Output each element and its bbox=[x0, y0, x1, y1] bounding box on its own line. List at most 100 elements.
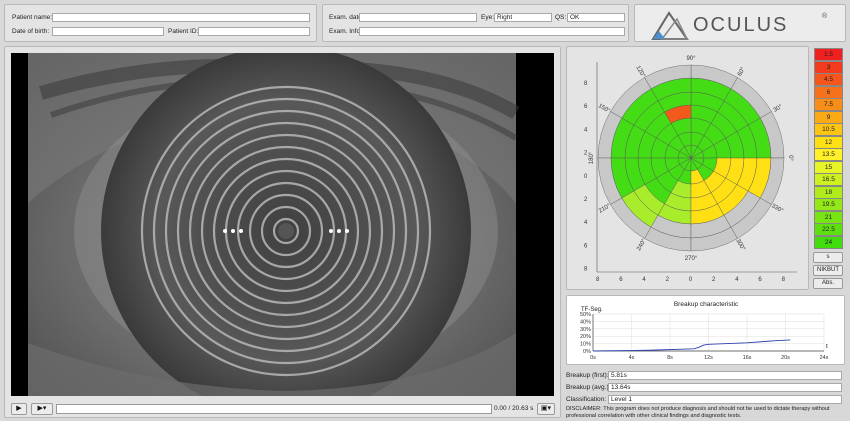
nikbut-button[interactable]: NIKBUT bbox=[813, 265, 843, 276]
breakup-chart-panel: Breakup characteristic TF-Seg. t 0% 10% 20% 30… bbox=[566, 295, 845, 365]
exam-date-field[interactable] bbox=[359, 13, 477, 22]
y-tick-label: 2 bbox=[584, 151, 588, 157]
color-scale: 1.5 3 4.5 6 7.5 9 10.5 12 13.5 15 16.5 18 19.5 21 22.5… bbox=[814, 48, 843, 249]
patient-info-panel: Patient name: Date of birth: Patient ID: bbox=[4, 4, 317, 42]
abs-button[interactable]: Abs. bbox=[813, 278, 843, 289]
oculus-logo-text: OCULUS bbox=[693, 14, 789, 36]
scale-cell: 22.5 bbox=[814, 223, 843, 236]
x-tick-label: 8 bbox=[782, 277, 786, 283]
angle-label: 300° bbox=[734, 238, 746, 252]
angle-label: 120° bbox=[634, 65, 646, 79]
unit-button[interactable]: s bbox=[813, 252, 843, 263]
breakup-first-label: Breakup (first): bbox=[566, 372, 609, 379]
dob-label: Date of birth: bbox=[12, 28, 50, 35]
y-tick-label: 50% bbox=[580, 312, 591, 318]
breakup-avg-field: 13.64s bbox=[608, 383, 842, 392]
breakup-first-field: 5.81s bbox=[608, 371, 842, 380]
angle-label: 240° bbox=[636, 238, 648, 252]
scale-cell: 21 bbox=[814, 210, 843, 224]
y-tick-label: 4 bbox=[584, 220, 588, 226]
scale-cell: 16.5 bbox=[814, 173, 843, 186]
speed-dropdown[interactable]: ▶▾ bbox=[31, 403, 53, 415]
oculus-logo-mark bbox=[651, 11, 689, 40]
scale-cell: 24 bbox=[814, 235, 843, 249]
oculus-logo: OCULUS ® bbox=[634, 4, 846, 42]
scale-cell: 18 bbox=[814, 185, 843, 199]
chart-xlabel: t bbox=[826, 343, 828, 350]
polar-map-panel: 8 6 4 2 0 2 4 6 8 8 6 4 2 0 2 4 6 8 90° 60° 30° 0° 330° 300° 270… bbox=[566, 46, 809, 290]
scale-cell: 13.5 bbox=[814, 148, 843, 161]
y-tick-label: 40% bbox=[580, 319, 591, 325]
registered-mark: ® bbox=[822, 13, 828, 20]
scale-cell: 7.5 bbox=[814, 98, 843, 111]
breakup-avg-label: Breakup (avg.): bbox=[566, 384, 611, 391]
scale-cell: 1.5 bbox=[814, 48, 843, 61]
qs-label: QS: bbox=[555, 14, 567, 21]
angle-label: 30° bbox=[773, 104, 784, 114]
x-tick-label: 24s bbox=[820, 355, 829, 361]
y-tick-label: 10% bbox=[580, 342, 591, 348]
scale-cell: 4.5 bbox=[814, 73, 843, 86]
play-icon: ▶ bbox=[16, 405, 22, 412]
y-tick-label: 4 bbox=[584, 127, 588, 133]
time-readout: 0.00 / 20.63 s bbox=[494, 405, 534, 412]
x-tick-label: 2 bbox=[712, 277, 716, 283]
disclaimer-text: DISCLAIMER: This program does not produc… bbox=[566, 406, 830, 419]
x-tick-label: 20s bbox=[781, 355, 790, 361]
y-tick-label: 2 bbox=[584, 197, 588, 203]
y-tick-label: 0 bbox=[584, 174, 588, 180]
x-tick-label: 0 bbox=[689, 277, 693, 283]
save-dropdown[interactable]: ▣▾ bbox=[537, 403, 555, 415]
scale-cell: 3 bbox=[814, 60, 843, 74]
patient-id-field[interactable] bbox=[198, 27, 310, 36]
x-tick-label: 4 bbox=[735, 277, 739, 283]
angle-label: 60° bbox=[737, 66, 747, 77]
angle-label: 210° bbox=[598, 203, 612, 215]
scale-cell: 15 bbox=[814, 160, 843, 174]
eye-field[interactable]: Right bbox=[494, 13, 552, 22]
qs-field[interactable]: OK bbox=[567, 13, 625, 22]
angle-label: 330° bbox=[770, 203, 784, 215]
exam-info-label: Exam. Info: bbox=[329, 28, 362, 35]
scale-cell: 9 bbox=[814, 110, 843, 124]
chart-title: Breakup characteristic bbox=[674, 301, 739, 308]
exam-info-field[interactable] bbox=[359, 27, 625, 36]
classification-field: Level 1 bbox=[608, 395, 842, 404]
timeline-slider[interactable] bbox=[56, 404, 492, 414]
scale-cell: 12 bbox=[814, 135, 843, 149]
x-tick-label: 12s bbox=[704, 355, 713, 361]
angle-label: 150° bbox=[597, 103, 611, 115]
eye-label: Eye: bbox=[481, 14, 495, 21]
y-tick-label: 8 bbox=[584, 81, 588, 87]
x-tick-label: 4 bbox=[642, 277, 646, 283]
angle-label: 90° bbox=[686, 56, 696, 62]
x-tick-label: 8s bbox=[667, 355, 673, 361]
breakup-polar-map[interactable]: 8 6 4 2 0 2 4 6 8 8 6 4 2 0 2 4 6 8 90° 60° 30° 0° 330° 300° 270… bbox=[567, 47, 810, 291]
x-tick-label: 6 bbox=[758, 277, 762, 283]
x-tick-label: 6 bbox=[619, 277, 623, 283]
angle-label: 0° bbox=[787, 155, 793, 161]
y-tick-label: 30% bbox=[580, 327, 591, 333]
speed-dropdown-icon: ▶▾ bbox=[37, 405, 47, 412]
patient-id-label: Patient ID: bbox=[168, 28, 199, 35]
play-button[interactable]: ▶ bbox=[11, 403, 27, 415]
y-tick-label: 20% bbox=[580, 334, 591, 340]
eye-video-viewport[interactable] bbox=[11, 53, 554, 396]
y-tick-label: 8 bbox=[584, 267, 588, 273]
dob-field[interactable] bbox=[52, 27, 164, 36]
x-tick-label: 4s bbox=[629, 355, 635, 361]
patient-name-field[interactable] bbox=[52, 13, 310, 22]
x-tick-label: 0s bbox=[590, 355, 596, 361]
x-tick-label: 16s bbox=[743, 355, 752, 361]
patient-name-label: Patient name: bbox=[12, 14, 53, 21]
y-tick-label: 6 bbox=[584, 104, 588, 110]
angle-label: 180° bbox=[589, 151, 595, 164]
x-tick-label: 8 bbox=[596, 277, 600, 283]
polar-sectors bbox=[597, 64, 785, 252]
scale-cell: 19.5 bbox=[814, 198, 843, 211]
scale-cell: 6 bbox=[814, 85, 843, 99]
video-panel: ▶ ▶▾ 0.00 / 20.63 s ▣▾ bbox=[4, 46, 561, 418]
classification-label: Classification: bbox=[566, 396, 607, 403]
breakup-characteristic-chart: Breakup characteristicTF-Seg.t0%10%20%30… bbox=[580, 301, 829, 361]
angle-label: 270° bbox=[685, 256, 698, 262]
